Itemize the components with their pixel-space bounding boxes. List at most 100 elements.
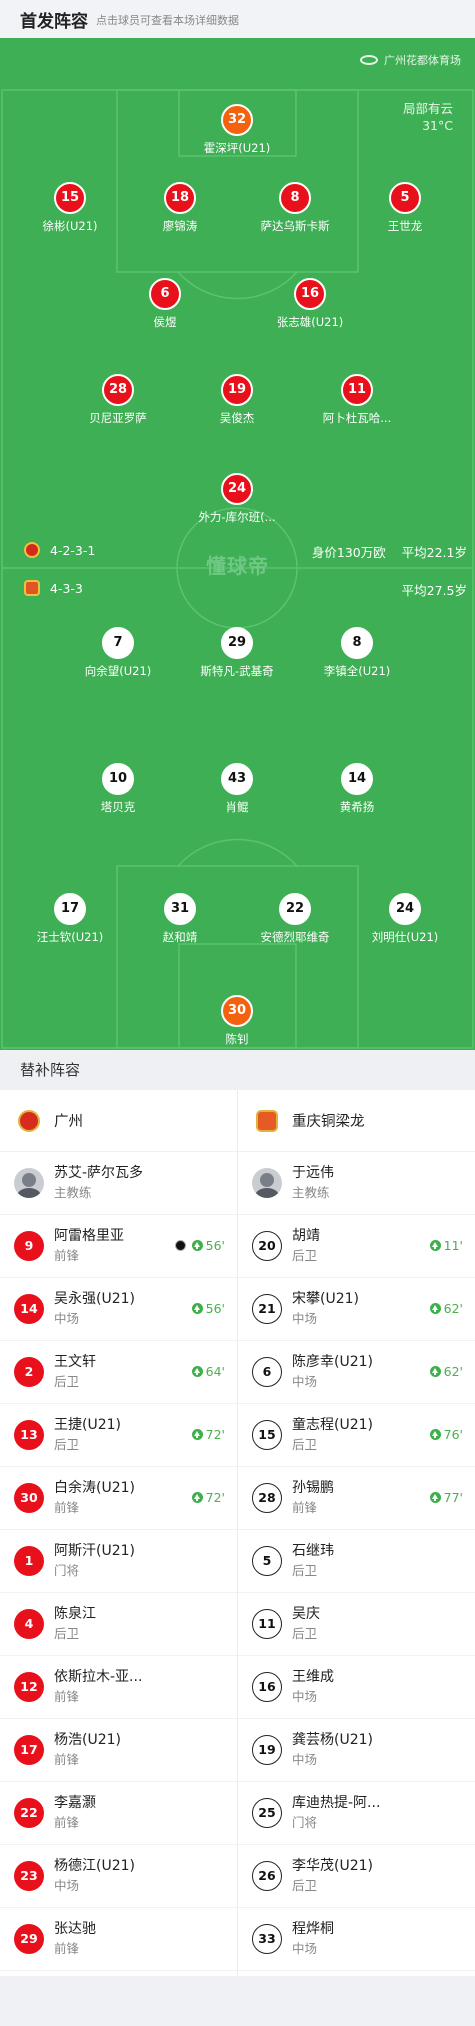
- player-name: 汪士钦(U21): [36, 930, 104, 944]
- player-name: 吴俊杰: [219, 411, 255, 425]
- player-number: 28: [102, 374, 134, 406]
- bench-player-row[interactable]: 14 吴永强(U21) 中场 56': [0, 1278, 237, 1341]
- bench-player-row[interactable]: 4 陈泉江 后卫: [0, 1593, 237, 1656]
- player-name: 萨达乌斯卡斯: [260, 219, 330, 233]
- player-number: 24: [221, 473, 253, 505]
- bench-player-row[interactable]: 22 李嘉灏 前锋: [0, 1782, 237, 1845]
- sub-on-indicator: 56': [174, 1238, 225, 1253]
- coach-row[interactable]: 苏艾-萨尔瓦多 主教练: [0, 1152, 237, 1215]
- bench-number: 23: [14, 1861, 44, 1891]
- player-number: 24: [389, 893, 421, 925]
- sub-on-arrow-icon: [429, 1303, 441, 1314]
- bench-number: 2: [14, 1357, 44, 1387]
- home-player[interactable]: 24 外力-库尔班(...: [182, 473, 292, 525]
- home-player[interactable]: 32 霍深坪(U21): [182, 104, 292, 156]
- home-player[interactable]: 5 王世龙: [350, 182, 460, 234]
- bench-name: 程烨桐: [292, 1921, 334, 1937]
- subs-title: 替补阵容: [0, 1050, 475, 1090]
- bench-name: 王捷(U21): [54, 1417, 121, 1433]
- bench-name: 张达驰: [54, 1921, 96, 1937]
- bench-player-row[interactable]: 29 张达驰 前锋: [0, 1908, 237, 1971]
- bench-player-row[interactable]: 19 龚芸杨(U21) 中场: [238, 1719, 475, 1782]
- bench-player-row[interactable]: 13 王捷(U21) 后卫 72': [0, 1404, 237, 1467]
- player-name: 李镇全(U21): [323, 664, 391, 678]
- bench-player-row[interactable]: 2 王文轩 后卫 64': [0, 1341, 237, 1404]
- bench-player-row[interactable]: 23 杨德江(U21) 中场: [0, 1845, 237, 1908]
- away-player[interactable]: 30 陈钊: [182, 995, 292, 1047]
- bench-position: 前锋: [54, 1500, 80, 1515]
- bench-player-row[interactable]: 11 吴庆 后卫: [238, 1593, 475, 1656]
- away-player[interactable]: 43 肖鲲: [182, 763, 292, 815]
- home-player[interactable]: 16 张志雄(U21): [255, 278, 365, 330]
- player-name: 陈钊: [225, 1032, 249, 1046]
- away-player[interactable]: 22 安德烈耶维奇: [240, 893, 350, 945]
- home-player[interactable]: 19 吴俊杰: [182, 374, 292, 426]
- away-player[interactable]: 31 赵和靖: [125, 893, 235, 945]
- bench-player-row[interactable]: 17 杨浩(U21) 前锋: [0, 1719, 237, 1782]
- player-number: 15: [54, 182, 86, 214]
- bench-number: 20: [252, 1231, 282, 1261]
- bench-number: 25: [252, 1798, 282, 1828]
- player-number: 43: [221, 763, 253, 795]
- player-name: 王世龙: [387, 219, 423, 233]
- home-player[interactable]: 6 侯煜: [110, 278, 220, 330]
- bench-player-row[interactable]: 15 童志程(U21) 后卫 76': [238, 1404, 475, 1467]
- bench-position: 主教练: [54, 1185, 92, 1200]
- bench-position: 后卫: [292, 1626, 318, 1641]
- player-number: 7: [102, 627, 134, 659]
- player-name: 塔贝克: [100, 800, 136, 814]
- player-name: 外力-库尔班(...: [198, 510, 276, 524]
- bench-player-row[interactable]: 5 石继玮 后卫: [238, 1530, 475, 1593]
- bench-player-row[interactable]: 6 陈彦幸(U21) 中场 62': [238, 1341, 475, 1404]
- bench-player-row[interactable]: 1 阿斯汗(U21) 门将: [0, 1530, 237, 1593]
- home-player[interactable]: 11 阿卜杜瓦哈...: [302, 374, 412, 426]
- home-bench: 广州 苏艾-萨尔瓦多 主教练 9 阿雷格里亚 前锋 56' 14 吴永强(U21) 中场 56' 2…: [0, 1090, 237, 1971]
- away-player[interactable]: 29 斯特凡-武基奇: [182, 627, 292, 679]
- bench-player-row[interactable]: 33 程烨桐 中场: [238, 1908, 475, 1971]
- bench-player-row[interactable]: 16 王维成 中场: [238, 1656, 475, 1719]
- bench-name: 石继玮: [292, 1543, 334, 1559]
- away-player[interactable]: 7 向余望(U21): [63, 627, 173, 679]
- player-number: 8: [341, 627, 373, 659]
- bench-name: 胡靖: [292, 1228, 320, 1244]
- home-player[interactable]: 28 贝尼亚罗萨: [63, 374, 173, 426]
- bench-player-row[interactable]: 21 宋攀(U21) 中场 62': [238, 1278, 475, 1341]
- away-player[interactable]: 8 李镇全(U21): [302, 627, 412, 679]
- bench-player-row[interactable]: 28 孙锡鹏 前锋 77': [238, 1467, 475, 1530]
- away-player[interactable]: 10 塔贝克: [63, 763, 173, 815]
- bench-player-row[interactable]: 9 阿雷格里亚 前锋 56': [0, 1215, 237, 1278]
- bench-name: 白余涛(U21): [54, 1480, 135, 1496]
- away-team-badge-icon: [24, 580, 40, 596]
- away-player[interactable]: 17 汪士钦(U21): [15, 893, 125, 945]
- away-player[interactable]: 24 刘明仕(U21): [350, 893, 460, 945]
- coach-row[interactable]: 于远伟 主教练: [238, 1152, 475, 1215]
- away-age: 平均27.5岁: [401, 583, 467, 598]
- bench-number: 14: [14, 1294, 44, 1324]
- bench: 广州 苏艾-萨尔瓦多 主教练 9 阿雷格里亚 前锋 56' 14 吴永强(U21) 中场 56' 2…: [0, 1090, 475, 1976]
- bench-player-row[interactable]: 26 李华茂(U21) 后卫: [238, 1845, 475, 1908]
- away-team-logo-icon: [256, 1109, 278, 1132]
- bench-player-row[interactable]: 12 依斯拉木-亚... 前锋: [0, 1656, 237, 1719]
- home-team-row[interactable]: 广州: [0, 1090, 237, 1152]
- bench-player-row[interactable]: 30 白余涛(U21) 前锋 72': [0, 1467, 237, 1530]
- bench-position: 前锋: [54, 1815, 80, 1830]
- pitch: 广州花都体育场 局部有云 31°C 懂球帝 4-2-3-1 身价130万欧 平均…: [0, 38, 475, 1050]
- sub-time: 62': [443, 1301, 463, 1316]
- home-team-logo-icon: [18, 1109, 40, 1132]
- bench-number: 6: [252, 1357, 282, 1387]
- away-team-row[interactable]: 重庆铜梁龙: [238, 1090, 475, 1152]
- home-player[interactable]: 8 萨达乌斯卡斯: [240, 182, 350, 234]
- bench-position: 后卫: [292, 1878, 318, 1893]
- sub-on-indicator: 11': [429, 1238, 463, 1253]
- bench-name: 吴庆: [292, 1606, 320, 1622]
- home-player[interactable]: 18 廖锦涛: [125, 182, 235, 234]
- sub-time: 11': [443, 1238, 463, 1253]
- bench-position: 中场: [54, 1878, 80, 1893]
- away-player[interactable]: 14 黄希扬: [302, 763, 412, 815]
- bench-name: 龚芸杨(U21): [292, 1732, 373, 1748]
- bench-player-row[interactable]: 20 胡靖 后卫 11': [238, 1215, 475, 1278]
- away-formation-label: 4-3-3: [50, 580, 83, 596]
- player-number: 32: [221, 104, 253, 136]
- home-player[interactable]: 15 徐彬(U21): [15, 182, 125, 234]
- bench-player-row[interactable]: 25 库迪热提-阿... 门将: [238, 1782, 475, 1845]
